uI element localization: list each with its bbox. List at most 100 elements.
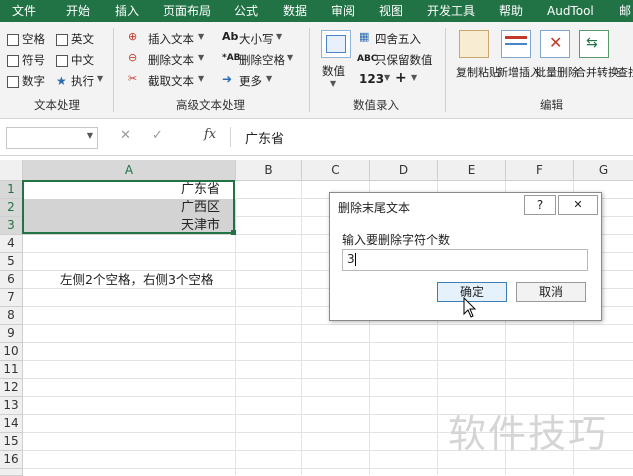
delete-space-button[interactable]: 删除空格 bbox=[239, 52, 285, 68]
row-header-7[interactable]: 7 bbox=[0, 289, 23, 307]
row-header-6[interactable]: 6 bbox=[0, 271, 23, 289]
row-header-8[interactable]: 8 bbox=[0, 307, 23, 325]
more-button[interactable]: 更多 bbox=[239, 73, 262, 89]
delete-space-icon: *AB bbox=[222, 53, 241, 63]
group-label-edit: 编辑 bbox=[540, 98, 563, 112]
row-header-1[interactable]: 1 bbox=[0, 181, 23, 199]
chevron-down-icon: ▼ bbox=[276, 32, 283, 41]
grid-line bbox=[23, 360, 633, 361]
chevron-down-icon: ▼ bbox=[198, 53, 205, 62]
insert-text-button[interactable]: 插入文本 bbox=[148, 31, 194, 47]
checkbox-space[interactable] bbox=[7, 34, 19, 46]
column-header-e[interactable]: E bbox=[438, 160, 506, 181]
cancel-icon[interactable]: ✕ bbox=[120, 128, 131, 143]
insert-rows-icon bbox=[501, 30, 531, 58]
merge-convert-button[interactable]: 合并转换 bbox=[575, 64, 619, 80]
row-header-10[interactable]: 10 bbox=[0, 343, 23, 361]
chevron-down-icon: ▼ bbox=[330, 79, 337, 88]
ribbon-tab-bar: 文件 开始 插入 页面布局 公式 数据 审阅 视图 开发工具 帮助 AudToo… bbox=[0, 0, 633, 22]
tab-audtool[interactable]: AudTool bbox=[547, 0, 594, 22]
batch-delete-button[interactable]: 批量删除 bbox=[535, 64, 579, 80]
tab-view[interactable]: 视图 bbox=[379, 0, 403, 22]
copy-paste-button[interactable]: 复制粘贴 bbox=[456, 64, 500, 80]
copy-paste-icon bbox=[459, 30, 489, 58]
row-header-11[interactable]: 11 bbox=[0, 361, 23, 379]
row-header-3[interactable]: 3 bbox=[0, 217, 23, 235]
mouse-cursor-icon bbox=[463, 297, 477, 318]
name-box[interactable]: ▼ bbox=[6, 127, 98, 149]
group-label-advanced-text: 高级文本处理 bbox=[176, 98, 245, 112]
cancel-button[interactable]: 取消 bbox=[516, 282, 586, 302]
row-header-14[interactable]: 14 bbox=[0, 415, 23, 433]
row-header-13[interactable]: 13 bbox=[0, 397, 23, 415]
extract-text-button[interactable]: 截取文本 bbox=[148, 73, 194, 89]
enter-icon[interactable]: ✓ bbox=[152, 128, 163, 143]
checkbox-chinese-label: 中文 bbox=[71, 53, 94, 67]
tab-help[interactable]: 帮助 bbox=[499, 0, 523, 22]
find-locate-button[interactable]: 查找定位 bbox=[617, 64, 633, 80]
chevron-down-icon: ▼ bbox=[266, 74, 273, 83]
plus-icon[interactable]: + bbox=[395, 71, 407, 85]
case-button[interactable]: 大小写 bbox=[239, 31, 274, 47]
select-all-corner[interactable] bbox=[0, 160, 23, 181]
checkbox-chinese[interactable] bbox=[56, 55, 68, 67]
tab-insert[interactable]: 插入 bbox=[115, 0, 139, 22]
help-icon: ? bbox=[536, 198, 544, 212]
row-header-4[interactable]: 4 bbox=[0, 235, 23, 253]
cell-a6[interactable]: 左侧2个空格，右侧3个空格 bbox=[60, 271, 213, 289]
round-icon: ▦ bbox=[359, 30, 370, 43]
grid-line bbox=[23, 324, 633, 325]
column-header-a[interactable]: A bbox=[23, 160, 236, 181]
row-header-2[interactable]: 2 bbox=[0, 199, 23, 217]
column-header-c[interactable]: C bbox=[302, 160, 370, 181]
help-button[interactable]: ? bbox=[524, 195, 556, 215]
column-header-g[interactable]: G bbox=[574, 160, 633, 181]
value-button[interactable]: 数值 bbox=[322, 63, 345, 79]
group-label-numeric: 数值录入 bbox=[353, 98, 399, 112]
checkbox-english[interactable] bbox=[56, 34, 68, 46]
close-button[interactable]: ✕ bbox=[558, 195, 598, 215]
keep-number-button[interactable]: 只保留数值 bbox=[375, 52, 433, 68]
dialog-prompt: 输入要删除字符个数 bbox=[342, 233, 451, 247]
row-header-12[interactable]: 12 bbox=[0, 379, 23, 397]
checkbox-number[interactable] bbox=[7, 76, 19, 88]
grid-line bbox=[23, 396, 633, 397]
tab-review[interactable]: 审阅 bbox=[331, 0, 355, 22]
tab-file[interactable]: 文件 bbox=[12, 0, 36, 22]
selection-border bbox=[22, 180, 235, 234]
column-header-f[interactable]: F bbox=[506, 160, 574, 181]
tab-home[interactable]: 开始 bbox=[66, 0, 90, 22]
row-header-9[interactable]: 9 bbox=[0, 325, 23, 343]
formula-bar: ▼ ✕ ✓ fx 广东省 bbox=[0, 119, 633, 156]
column-header-d[interactable]: D bbox=[370, 160, 438, 181]
char-count-input[interactable]: 3 bbox=[342, 249, 588, 271]
tab-page-layout[interactable]: 页面布局 bbox=[163, 0, 211, 22]
delete-text-button[interactable]: 删除文本 bbox=[148, 52, 194, 68]
fx-button[interactable]: fx bbox=[204, 127, 216, 142]
group-separator bbox=[445, 28, 446, 112]
merge-convert-icon: ⇆ bbox=[579, 30, 609, 58]
dialog-title-bar: 删除末尾文本 ? ✕ bbox=[330, 193, 601, 219]
extract-text-icon: ✂ bbox=[128, 72, 138, 85]
chevron-down-icon: ▼ bbox=[384, 73, 391, 82]
row-header-16[interactable]: 16 bbox=[0, 451, 23, 469]
ribbon: 空格 英文 符号 中文 数字 ★ 执行 ▼ 文本处理 ⊕ 插入文本 ▼ ⊖ 删除… bbox=[0, 22, 633, 119]
round-button[interactable]: 四舍五入 bbox=[375, 31, 421, 47]
checkbox-space-label: 空格 bbox=[22, 32, 45, 46]
tab-developer[interactable]: 开发工具 bbox=[427, 0, 475, 22]
grid-line bbox=[23, 378, 633, 379]
row-header-5[interactable]: 5 bbox=[0, 253, 23, 271]
tab-formulas[interactable]: 公式 bbox=[234, 0, 258, 22]
watermark-text: 软件技巧 bbox=[448, 412, 609, 456]
column-header-b[interactable]: B bbox=[236, 160, 302, 181]
checkbox-symbol[interactable] bbox=[7, 55, 19, 67]
tab-mail[interactable]: 邮 bbox=[619, 0, 631, 22]
tab-data[interactable]: 数据 bbox=[283, 0, 307, 22]
group-separator bbox=[113, 28, 114, 112]
arrow-right-icon: ➜ bbox=[222, 72, 233, 86]
checkbox-symbol-label: 符号 bbox=[22, 53, 45, 67]
fill-handle[interactable] bbox=[231, 230, 236, 235]
row-header-15[interactable]: 15 bbox=[0, 433, 23, 451]
execute-button[interactable]: 执行 bbox=[71, 73, 94, 89]
formula-input[interactable]: 广东省 bbox=[230, 127, 633, 147]
